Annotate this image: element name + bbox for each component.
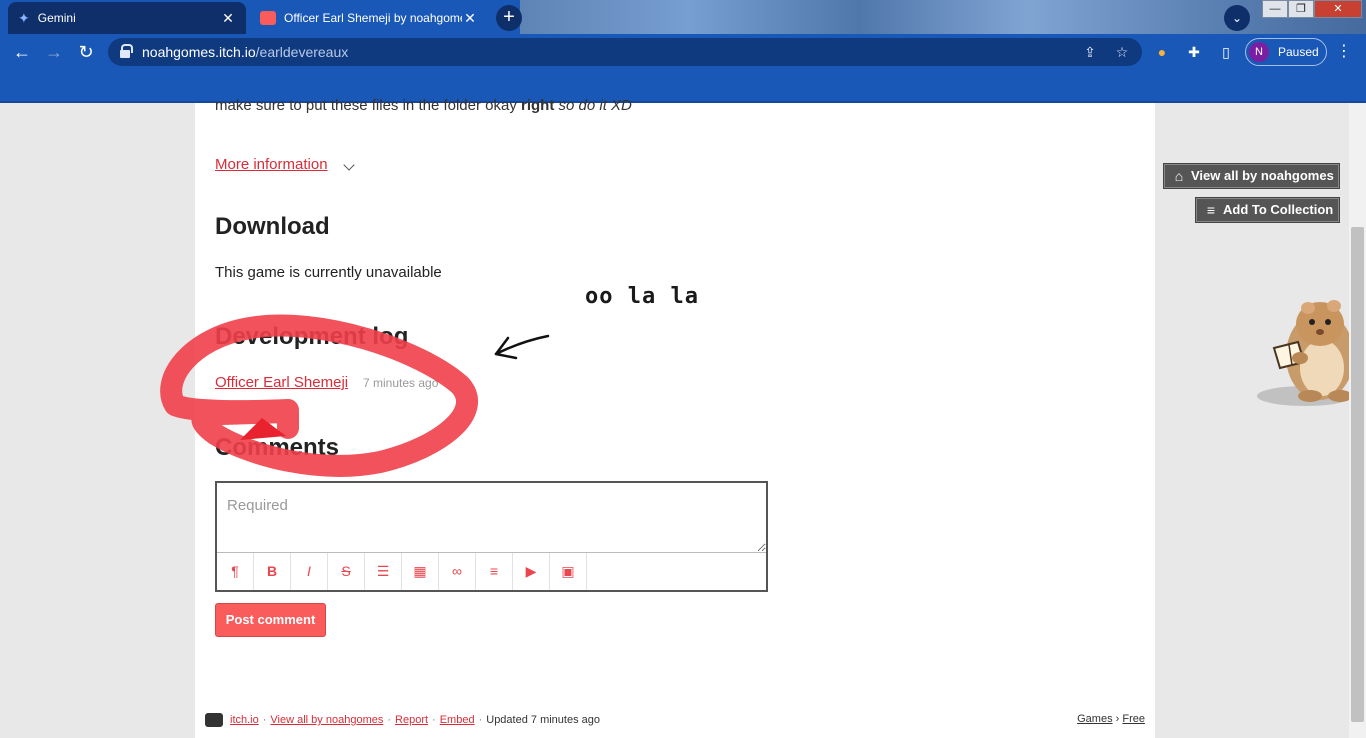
- footer-embed-link[interactable]: Embed: [440, 714, 475, 726]
- back-arrow-icon[interactable]: ←: [10, 40, 34, 64]
- address-bar[interactable]: noahgomes.itch.io/earldevereaux ⇪ ☆: [108, 38, 1142, 66]
- devlog-entry-time: 7 minutes ago: [363, 376, 439, 390]
- comment-editor: ¶BIS☰▦∞≡▶▣: [215, 481, 768, 592]
- editor-toolbar: ¶ B I S ☰ ▦ ∞ ≡ ▶ ▣: [217, 553, 766, 590]
- unavailable-message: This game is currently unavailable: [215, 264, 442, 281]
- close-tab-icon[interactable]: ✕: [462, 10, 478, 27]
- extensions-puzzle-icon[interactable]: ✚: [1184, 42, 1204, 62]
- bulleted-list-icon[interactable]: ☰: [365, 553, 402, 590]
- footer-itchio-link[interactable]: itch.io: [230, 714, 259, 726]
- footer-report-link[interactable]: Report: [395, 714, 428, 726]
- sync-paused-label: Paused: [1278, 45, 1319, 59]
- close-tab-icon[interactable]: ✕: [220, 10, 236, 27]
- devlog-entry-link[interactable]: Officer Earl Shemeji: [215, 374, 348, 391]
- window-minimize-button[interactable]: —: [1262, 0, 1288, 18]
- comments-heading: Comments: [215, 434, 340, 461]
- tab-gemini[interactable]: ✦ Gemini ✕: [8, 2, 246, 34]
- footer-view-all-link[interactable]: View all by noahgomes: [270, 714, 383, 726]
- tab-search-chevron-icon[interactable]: ⌄: [1224, 5, 1250, 31]
- footer-separator: ·: [432, 714, 436, 726]
- development-log-heading: Development log: [215, 323, 409, 350]
- tab-title: Officer Earl Shemeji by noahgomes: [284, 11, 462, 25]
- itchio-favicon-icon: [260, 11, 276, 25]
- reload-icon[interactable]: ↻: [74, 40, 98, 64]
- add-collection-label: Add To Collection: [1223, 202, 1334, 217]
- table-icon[interactable]: ▦: [402, 553, 439, 590]
- more-information-link[interactable]: More information: [215, 156, 328, 173]
- url-text[interactable]: noahgomes.itch.io/earldevereaux: [142, 44, 348, 60]
- gemini-sparkle-icon: ✦: [18, 9, 30, 26]
- view-all-by-author-button[interactable]: ⌂ View all by noahgomes: [1163, 163, 1340, 189]
- strikethrough-icon[interactable]: S: [328, 553, 365, 590]
- footer-updated-text: Updated 7 minutes ago: [486, 714, 600, 726]
- download-heading: Download: [215, 213, 330, 240]
- hamster-reading-image: [1257, 300, 1354, 406]
- footer-separator: ·: [478, 714, 483, 726]
- side-panel-icon[interactable]: ▯: [1216, 42, 1236, 62]
- forward-arrow-icon[interactable]: →: [42, 40, 66, 64]
- window-maximize-button[interactable]: ❐: [1288, 0, 1314, 18]
- post-comment-button[interactable]: Post comment: [215, 603, 326, 637]
- itchio-logo-icon: [205, 713, 223, 727]
- add-to-collection-button[interactable]: ≡ Add To Collection: [1195, 197, 1340, 223]
- tab-title: Gemini: [37, 11, 76, 25]
- game-page-column: make sure to put these files in the fold…: [195, 97, 1155, 738]
- browser-menu-icon[interactable]: ⋮: [1336, 42, 1352, 62]
- storefront-icon: ⌂: [1174, 168, 1184, 184]
- page-scrollbar[interactable]: [1349, 103, 1366, 738]
- footer-separator: ·: [387, 714, 392, 726]
- image-icon[interactable]: ▣: [550, 553, 587, 590]
- view-all-label: View all by noahgomes: [1191, 168, 1334, 183]
- youtube-icon[interactable]: ▶: [513, 553, 550, 590]
- bold-icon[interactable]: B: [254, 553, 291, 590]
- tab-officer-earl[interactable]: Officer Earl Shemeji by noahgomes ✕: [250, 2, 488, 34]
- browser-toolbar: ← → ↻ noahgomes.itch.io/earldevereaux ⇪ …: [0, 34, 1366, 70]
- tab-strip: ✦ Gemini ✕ Officer Earl Shemeji by noahg…: [0, 0, 1366, 34]
- align-icon[interactable]: ≡: [476, 553, 513, 590]
- footer-games-link[interactable]: Games: [1077, 713, 1112, 725]
- page-footer: itch.io · View all by noahgomes · Report…: [205, 711, 1145, 731]
- avatar: N: [1249, 42, 1269, 62]
- window-close-button[interactable]: ✕: [1314, 0, 1362, 18]
- breadcrumb-separator: ›: [1115, 713, 1120, 725]
- annotation-text: oo la la: [585, 284, 699, 309]
- italic-icon[interactable]: I: [291, 553, 328, 590]
- link-icon[interactable]: ∞: [439, 553, 476, 590]
- bookmark-star-icon[interactable]: ☆: [1112, 42, 1132, 62]
- share-icon[interactable]: ⇪: [1080, 42, 1100, 62]
- footer-free-link[interactable]: Free: [1122, 713, 1145, 725]
- cookie-extension-icon[interactable]: ●: [1152, 42, 1172, 62]
- lock-icon[interactable]: [120, 44, 133, 58]
- footer-separator: ·: [262, 714, 267, 726]
- comment-input[interactable]: [217, 483, 766, 553]
- chevron-down-icon[interactable]: [343, 159, 355, 171]
- profile-button[interactable]: N Paused: [1245, 38, 1327, 66]
- new-tab-button[interactable]: +: [496, 5, 522, 31]
- itch-top-bar: [0, 70, 1366, 103]
- paragraph-icon[interactable]: ¶: [217, 553, 254, 590]
- playlist-add-icon: ≡: [1206, 202, 1216, 218]
- scrollbar-thumb[interactable]: [1351, 227, 1364, 722]
- description-partial-line: make sure to put these files in the fold…: [215, 97, 632, 114]
